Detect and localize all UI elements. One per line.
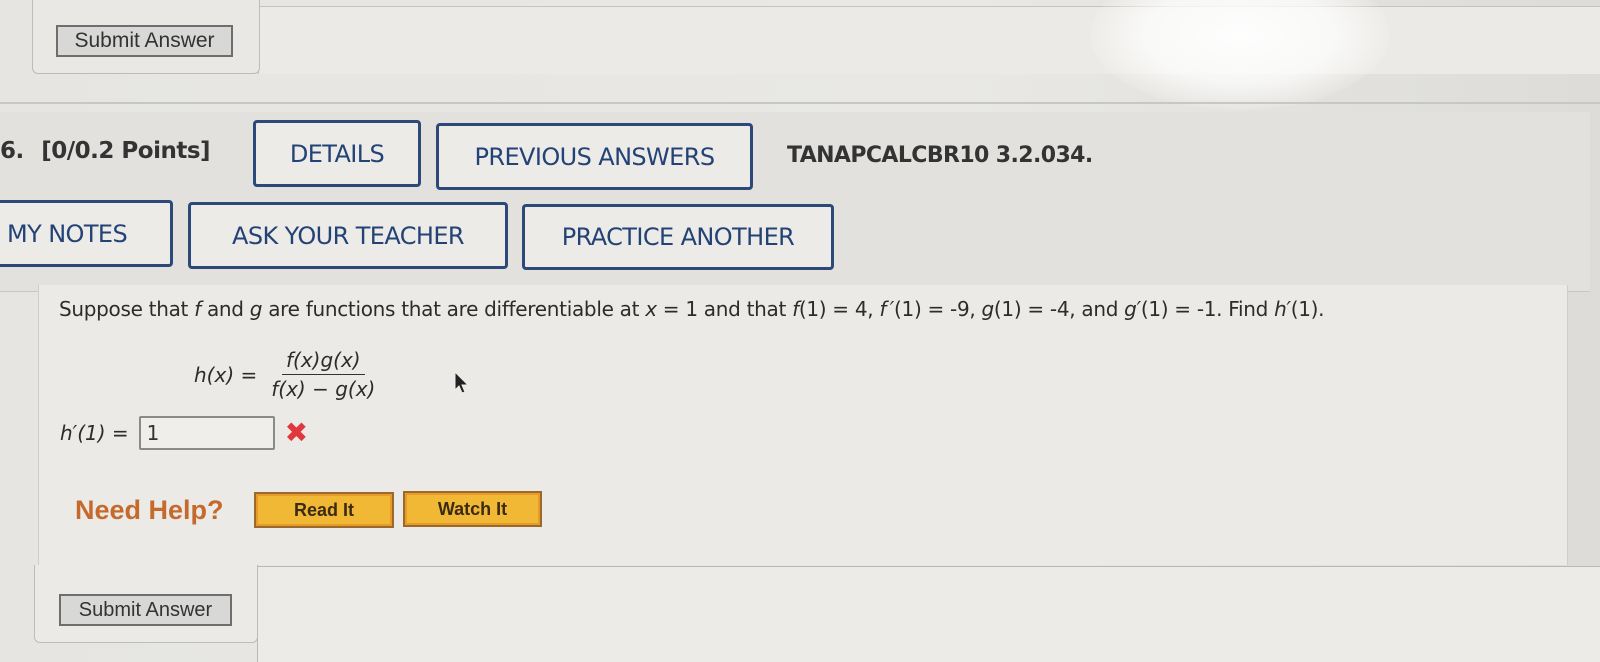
question-points: [0/0.2 Points] bbox=[41, 138, 211, 164]
next-panel bbox=[257, 566, 1600, 662]
details-button[interactable]: DETAILS bbox=[253, 120, 421, 187]
read-it-button[interactable]: Read It bbox=[254, 492, 394, 528]
previous-question-panel bbox=[258, 6, 1600, 74]
practice-another-button[interactable]: PRACTICE ANOTHER bbox=[522, 204, 834, 270]
previous-answers-button[interactable]: PREVIOUS ANSWERS bbox=[436, 123, 753, 190]
prompt-var-f: f bbox=[792, 297, 799, 321]
prompt-var-h-prime: h′ bbox=[1274, 297, 1291, 321]
prompt-var-f: f bbox=[194, 297, 201, 321]
prompt-text: = 1 and that bbox=[656, 297, 793, 321]
prompt-var-f-prime: f ′ bbox=[879, 297, 895, 321]
need-help-label: Need Help? bbox=[75, 495, 224, 525]
question-prompt: Suppose that f and g are functions that … bbox=[59, 297, 1325, 321]
prompt-text: (1) = 4, bbox=[798, 297, 880, 321]
prompt-var-x: x bbox=[645, 297, 657, 321]
prompt-text: Suppose that bbox=[59, 297, 195, 321]
formula-numerator: f(x)g(x) bbox=[281, 348, 365, 375]
watch-it-button[interactable]: Watch It bbox=[403, 491, 542, 527]
prompt-text: are functions that are differentiable at bbox=[262, 297, 646, 321]
question-header: 6. [0/0.2 Points] bbox=[0, 138, 211, 164]
prompt-var-g: g bbox=[249, 297, 263, 321]
my-notes-button[interactable]: MY NOTES bbox=[0, 200, 173, 267]
previous-submit-answer-button[interactable]: Submit Answer bbox=[56, 25, 233, 57]
prompt-text: (1). bbox=[1290, 297, 1325, 321]
answer-row: h′(1) = ✖ bbox=[60, 416, 308, 450]
question-number: 6. bbox=[0, 138, 24, 164]
question-code: TANAPCALCBR10 3.2.034. bbox=[787, 143, 1093, 168]
prompt-text: (1) = -1. Find bbox=[1140, 297, 1275, 321]
formula-h: h(x) = f(x)g(x) f(x) − g(x) bbox=[194, 348, 379, 401]
incorrect-x-icon: ✖ bbox=[284, 416, 309, 449]
answer-input[interactable] bbox=[138, 416, 275, 450]
formula-fraction: f(x)g(x) f(x) − g(x) bbox=[267, 348, 379, 401]
page: Submit Answer 6. [0/0.2 Points] DETAILS … bbox=[0, 0, 1600, 662]
prompt-text: (1) = -4, and bbox=[993, 297, 1125, 321]
answer-label: h′(1) = bbox=[60, 421, 129, 445]
ask-teacher-button[interactable]: ASK YOUR TEACHER bbox=[188, 202, 508, 269]
mouse-cursor-icon bbox=[454, 370, 470, 394]
prompt-var-g-prime: g′ bbox=[1124, 297, 1141, 321]
prompt-text: and bbox=[200, 297, 250, 321]
prompt-text: (1) = -9, bbox=[894, 297, 982, 321]
formula-denominator: f(x) − g(x) bbox=[271, 377, 376, 401]
submit-answer-button[interactable]: Submit Answer bbox=[59, 594, 232, 626]
formula-lhs: h(x) = bbox=[194, 362, 258, 387]
prompt-var-g: g bbox=[981, 297, 995, 321]
question-divider bbox=[0, 102, 1600, 104]
